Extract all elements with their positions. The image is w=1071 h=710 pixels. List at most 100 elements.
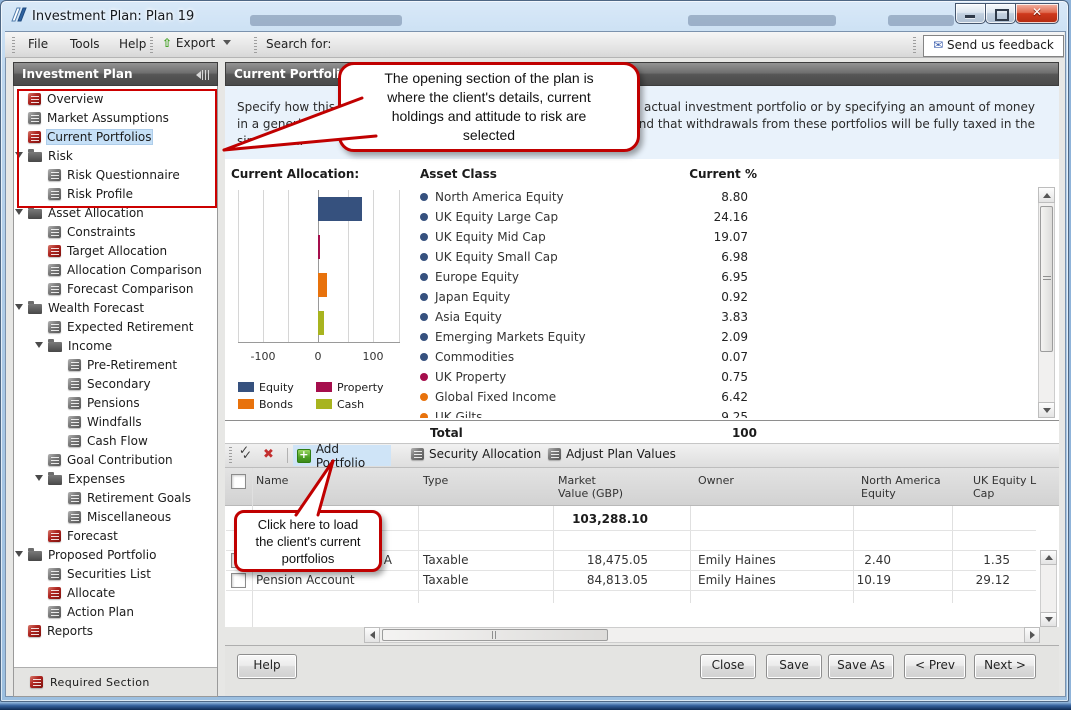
close-plan-button[interactable]: Close: [700, 654, 756, 679]
scroll-left-icon[interactable]: [364, 627, 380, 643]
sidebar-item-target-allocation[interactable]: Target Allocation: [14, 241, 217, 260]
callout-text-line: the client's current: [237, 533, 379, 550]
allocation-chart-title: Current Allocation:: [231, 167, 359, 181]
toolbar-separator: [287, 448, 288, 463]
sidebar-item-cash-flow[interactable]: Cash Flow: [14, 431, 217, 450]
h-scroll-thumb[interactable]: [382, 629, 608, 641]
asset-bullet-icon: [420, 393, 428, 401]
column-header-market-value-gbp[interactable]: MarketValue (GBP): [558, 474, 623, 500]
callout-text-line: where the client's details, current: [341, 88, 637, 107]
scroll-up-icon[interactable]: [1038, 187, 1055, 203]
sidebar-item-goal-contribution[interactable]: Goal Contribution: [14, 450, 217, 469]
sidebar-item-pensions[interactable]: Pensions: [14, 393, 217, 412]
toolbar-grip-icon: [150, 37, 153, 53]
sidebar-item-securities-list[interactable]: Securities List: [14, 564, 217, 583]
asset-bullet-icon: [420, 193, 428, 201]
row-checkbox[interactable]: [231, 573, 246, 588]
optional-section-icon: [68, 511, 81, 523]
close-button[interactable]: ✕: [1015, 3, 1059, 24]
asset-bullet-icon: [420, 353, 428, 361]
asset-row-uk-equity-mid-cap: UK Equity Mid Cap19.07: [420, 227, 760, 247]
folder-icon: [48, 475, 62, 485]
sidebar-item-label: Expenses: [68, 472, 125, 486]
adjust-plan-values-button[interactable]: Adjust Plan Values: [548, 447, 676, 461]
expand-arrow-icon[interactable]: [15, 209, 23, 215]
legend-item-property: Property: [316, 381, 408, 394]
chevron-down-icon: [223, 40, 231, 45]
sidebar-item-secondary[interactable]: Secondary: [14, 374, 217, 393]
scroll-down-icon[interactable]: [1040, 612, 1057, 627]
sidebar-item-wealth-forecast[interactable]: Wealth Forecast: [14, 298, 217, 317]
expand-arrow-icon[interactable]: [15, 304, 23, 310]
prev-button[interactable]: < Prev: [904, 654, 966, 679]
feedback-button[interactable]: ✉ Send us feedback: [923, 35, 1064, 57]
minimize-button[interactable]: [955, 3, 986, 24]
row-divider: [226, 590, 1036, 591]
legend-swatch-icon: [238, 382, 254, 392]
expand-arrow-icon[interactable]: [15, 551, 23, 557]
collapse-panel-icon[interactable]: [196, 70, 209, 80]
sidebar-item-proposed-portfolio[interactable]: Proposed Portfolio: [14, 545, 217, 564]
sidebar-item-label: Pensions: [87, 396, 140, 410]
sidebar-item-label: Constraints: [67, 225, 135, 239]
sidebar-item-miscellaneous[interactable]: Miscellaneous: [14, 507, 217, 526]
maximize-button[interactable]: [985, 3, 1016, 24]
toolbar-grip-icon: [254, 37, 257, 53]
toolbar-grip-icon: [913, 37, 916, 53]
help-button[interactable]: Help: [237, 654, 297, 679]
scroll-right-icon[interactable]: [1024, 627, 1040, 643]
scroll-down-icon[interactable]: [1038, 402, 1055, 418]
callout-text-line: selected: [341, 126, 637, 145]
column-header-type[interactable]: Type: [423, 474, 448, 487]
sidebar-item-allocate[interactable]: Allocate: [14, 583, 217, 602]
validate-icon[interactable]: ✓ ✓: [239, 446, 259, 464]
column-header-uk-equity-l-cap[interactable]: UK Equity LCap: [973, 474, 1036, 500]
select-all-checkbox[interactable]: [231, 474, 246, 489]
scroll-up-icon[interactable]: [1040, 550, 1057, 565]
export-button[interactable]: ⇧ Export: [162, 36, 231, 50]
optional-section-icon: [48, 321, 61, 333]
sidebar-item-expected-retirement[interactable]: Expected Retirement: [14, 317, 217, 336]
sidebar-item-forecast-comparison[interactable]: Forecast Comparison: [14, 279, 217, 298]
sidebar-item-label: Expected Retirement: [67, 320, 193, 334]
scroll-thumb[interactable]: [1040, 206, 1053, 352]
optional-section-icon: [48, 606, 61, 618]
folder-icon: [28, 304, 42, 314]
sidebar-item-label: Pre-Retirement: [87, 358, 177, 372]
intro-line1-right: with an actual investment portfolio or b…: [596, 100, 1035, 114]
chart-tick-label: 0: [298, 350, 338, 363]
asset-name: Emerging Markets Equity: [435, 330, 658, 344]
column-header-name[interactable]: Name: [256, 474, 288, 487]
sidebar-item-pre-retirement[interactable]: Pre-Retirement: [14, 355, 217, 374]
sidebar-item-windfalls[interactable]: Windfalls: [14, 412, 217, 431]
save-button[interactable]: Save: [766, 654, 822, 679]
sidebar-item-action-plan[interactable]: Action Plan: [14, 602, 217, 621]
expand-arrow-icon[interactable]: [35, 475, 43, 481]
asset-value: 6.42: [658, 390, 760, 404]
sidebar-item-forecast[interactable]: Forecast: [14, 526, 217, 545]
next-button[interactable]: Next >: [974, 654, 1036, 679]
asset-name: Commodities: [435, 350, 658, 364]
intro-line1-left: Specify how this: [237, 100, 335, 114]
sidebar-item-retirement-goals[interactable]: Retirement Goals: [14, 488, 217, 507]
window-title: Investment Plan: Plan 19: [32, 9, 194, 24]
add-portfolio-button[interactable]: + Add Portfolio: [293, 445, 391, 466]
column-header-owner[interactable]: Owner: [698, 474, 734, 487]
legend-item-equity: Equity: [238, 381, 316, 394]
security-allocation-button[interactable]: Security Allocation: [411, 447, 541, 461]
sidebar-item-allocation-comparison[interactable]: Allocation Comparison: [14, 260, 217, 279]
save-as-button[interactable]: Save As: [828, 654, 894, 679]
asset-bullet-icon: [420, 333, 428, 341]
expand-arrow-icon[interactable]: [35, 342, 43, 348]
sidebar-item-expenses[interactable]: Expenses: [14, 469, 217, 488]
sidebar-item-reports[interactable]: Reports: [14, 621, 217, 640]
required-section-icon: [48, 530, 61, 542]
menu-item-file[interactable]: File: [28, 37, 48, 51]
asset-bullet-icon: [420, 273, 428, 281]
menu-item-tools[interactable]: Tools: [70, 37, 100, 51]
sidebar-item-constraints[interactable]: Constraints: [14, 222, 217, 241]
column-header-north-america-equity[interactable]: North AmericaEquity: [861, 474, 941, 500]
menu-item-help[interactable]: Help: [119, 37, 146, 51]
sidebar-item-income[interactable]: Income: [14, 336, 217, 355]
delete-icon[interactable]: ✖: [263, 447, 274, 462]
